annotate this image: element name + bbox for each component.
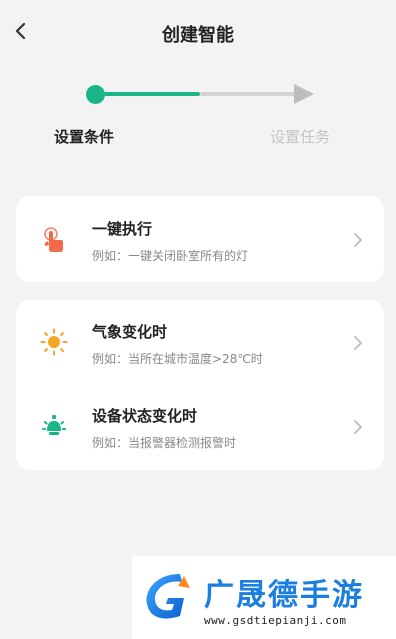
watermark: 广晟德手游 www.gsdtiepianji.com (132, 556, 396, 639)
step-1-indicator (86, 85, 105, 104)
device-bulb-icon (42, 415, 66, 435)
page-title: 创建智能 (162, 25, 234, 46)
step-progress-inactive-line (200, 92, 296, 96)
condition-title: 气象变化时 (92, 323, 168, 341)
watermark-brand: 广晟德手游 (204, 578, 364, 613)
chevron-right-icon (354, 420, 362, 434)
header: 创建智能 (0, 0, 396, 66)
step-progress-active-line (104, 92, 200, 96)
condition-item-weather[interactable]: 气象变化时 例如：当所在城市温度>28℃时 (16, 302, 384, 382)
condition-title: 一键执行 (92, 220, 153, 238)
condition-card-manual: 一键执行 例如：一键关闭卧室所有的灯 (16, 196, 384, 282)
condition-subtitle: 例如：当所在城市温度>28℃时 (92, 352, 263, 366)
step-arrow-icon (294, 84, 314, 104)
step-1-label: 设置条件 (54, 128, 115, 146)
condition-card-auto: 气象变化时 例如：当所在城市温度>28℃时 设备状态变化时 例如：当报警器检测报… (16, 300, 384, 470)
step-2-label: 设置任务 (270, 128, 331, 146)
step-progress: 设置条件 设置任务 (0, 74, 396, 154)
condition-subtitle: 例如：一键关闭卧室所有的灯 (92, 249, 249, 263)
chevron-right-icon (354, 233, 362, 247)
condition-subtitle: 例如：当报警器检测报警时 (92, 436, 237, 450)
sun-icon (40, 328, 68, 356)
condition-item-one-tap[interactable]: 一键执行 例如：一键关闭卧室所有的灯 (16, 199, 384, 279)
condition-item-device-state[interactable]: 设备状态变化时 例如：当报警器检测报警时 (16, 386, 384, 466)
condition-title: 设备状态变化时 (92, 407, 198, 425)
tap-hand-icon (44, 227, 63, 252)
chevron-right-icon (354, 336, 362, 350)
watermark-url: www.gsdtiepianji.com (204, 614, 347, 627)
brand-logo-icon (146, 574, 190, 619)
